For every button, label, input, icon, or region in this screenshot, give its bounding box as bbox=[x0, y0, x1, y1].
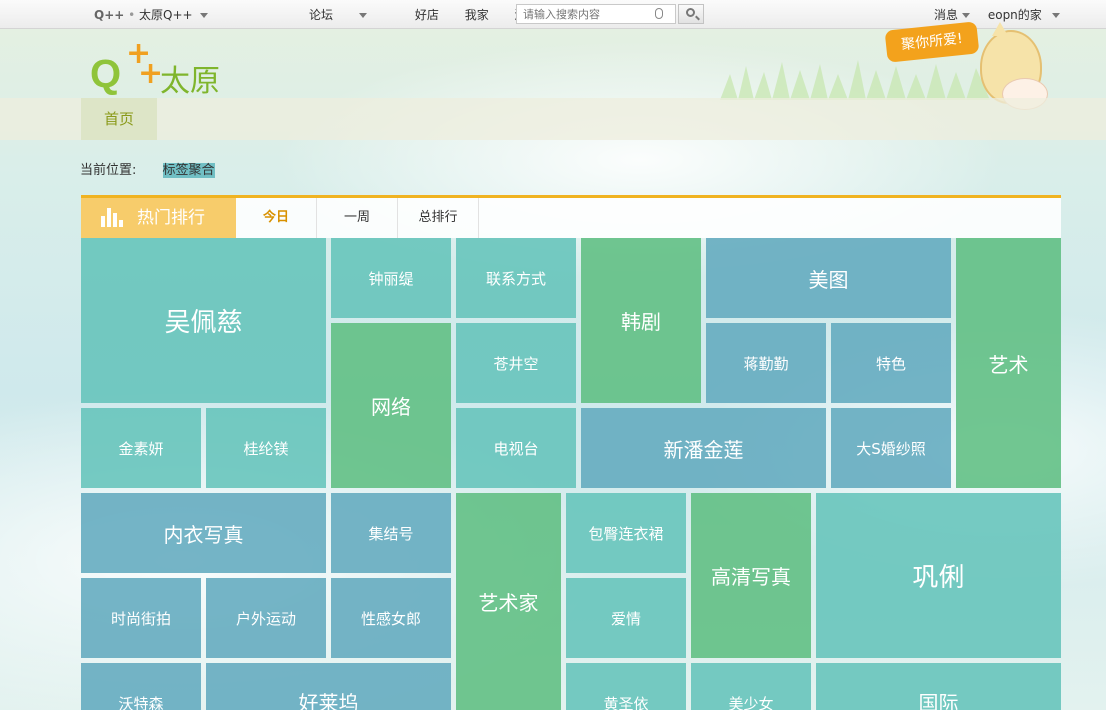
nav-my-home[interactable]: 我家 bbox=[465, 8, 489, 22]
tag-tile[interactable]: 巩俐 bbox=[816, 493, 1061, 658]
microphone-icon[interactable] bbox=[655, 8, 663, 19]
tag-tile[interactable]: 爱情 bbox=[566, 578, 686, 658]
tag-tile-label: 黄圣依 bbox=[603, 695, 649, 710]
tag-tile[interactable]: 艺术 bbox=[956, 238, 1061, 488]
tag-tile[interactable]: 特色 bbox=[831, 323, 951, 403]
tab-week[interactable]: 一周 bbox=[317, 198, 398, 238]
nav-home-tab[interactable]: 首页 bbox=[81, 98, 157, 140]
nav-forum-label: 论坛 bbox=[309, 8, 334, 22]
search-button[interactable] bbox=[678, 4, 704, 24]
user-name: eopn的家 bbox=[987, 8, 1042, 22]
search-icon bbox=[686, 8, 695, 17]
tag-tile[interactable]: 网络 bbox=[331, 323, 451, 488]
chevron-down-icon bbox=[962, 13, 971, 18]
messages-label: 消息 bbox=[934, 8, 959, 22]
tag-tile[interactable]: 桂纶镁 bbox=[206, 408, 326, 488]
tag-tile[interactable]: 韩剧 bbox=[581, 238, 701, 403]
tab-today[interactable]: 今日 bbox=[236, 198, 317, 238]
chevron-down-icon bbox=[200, 13, 209, 18]
tag-tile[interactable]: 艺术家 bbox=[456, 493, 561, 710]
tag-tile[interactable]: 性感女郎 bbox=[331, 578, 451, 658]
user-area: 消息 eopn的家 bbox=[934, 6, 1060, 23]
tag-tile[interactable]: 黄圣依 bbox=[566, 663, 686, 710]
tag-tile[interactable]: 美图 bbox=[706, 238, 951, 318]
tag-tile-label: 国际 bbox=[918, 691, 959, 710]
breadcrumb-current: 标签聚合 bbox=[162, 163, 215, 178]
user-menu[interactable]: eopn的家 bbox=[988, 8, 1060, 22]
breadcrumb: 当前位置: 标签聚合 bbox=[80, 159, 215, 178]
chevron-down-icon bbox=[359, 13, 368, 18]
tag-tile[interactable]: 集结号 bbox=[331, 493, 451, 573]
tab-all-time[interactable]: 总排行 bbox=[398, 198, 479, 238]
hot-ranking-header: 热门排行 bbox=[81, 198, 236, 238]
nav-forum[interactable]: 论坛 bbox=[309, 8, 389, 22]
site-switcher[interactable]: Q++ • 太原Q++ bbox=[94, 6, 209, 23]
tag-tile[interactable]: 好莱坞 bbox=[206, 663, 451, 710]
site-name: 太原Q++ bbox=[139, 8, 193, 22]
qq-brand-logo: Q++ bbox=[94, 8, 125, 22]
ranking-tabs: 热门排行 今日 一周 总排行 bbox=[81, 195, 1061, 238]
logo-city: 太原 bbox=[160, 64, 220, 99]
nav-shops[interactable]: 好店 bbox=[415, 8, 439, 22]
tag-tile[interactable]: 包臀连衣裙 bbox=[566, 493, 686, 573]
mascot-banner: 聚你所爱! bbox=[884, 21, 1054, 110]
tag-tile[interactable]: 沃特森 bbox=[81, 663, 201, 710]
tag-tile-label: 美少女 bbox=[728, 695, 774, 710]
tag-tile[interactable]: 时尚街拍 bbox=[81, 578, 201, 658]
tag-tile[interactable]: 美少女 bbox=[691, 663, 811, 710]
site-logo[interactable]: Q + + 太原 bbox=[88, 36, 228, 99]
hot-ranking-label: 热门排行 bbox=[137, 208, 205, 228]
search-input[interactable] bbox=[516, 4, 676, 24]
messages-menu[interactable]: 消息 bbox=[934, 8, 971, 22]
bar-chart-icon bbox=[101, 208, 123, 227]
breadcrumb-label: 当前位置: bbox=[80, 163, 137, 178]
tag-tile[interactable]: 高清写真 bbox=[691, 493, 811, 658]
tag-tile-label: 好莱坞 bbox=[298, 691, 359, 710]
tag-tile[interactable]: 联系方式 bbox=[456, 238, 576, 318]
tag-tile-label: 沃特森 bbox=[118, 695, 164, 710]
tag-tile[interactable]: 金素妍 bbox=[81, 408, 201, 488]
tag-tile[interactable]: 吴佩慈 bbox=[81, 238, 326, 403]
tag-tile[interactable]: 钟丽缇 bbox=[331, 238, 451, 318]
tag-tile[interactable]: 国际 bbox=[816, 663, 1061, 710]
tag-tile[interactable]: 新潘金莲 bbox=[581, 408, 826, 488]
tag-tile[interactable]: 电视台 bbox=[456, 408, 576, 488]
tag-tile[interactable]: 内衣写真 bbox=[81, 493, 326, 573]
main-nav bbox=[0, 98, 1106, 140]
tag-tile[interactable]: 大S婚纱照 bbox=[831, 408, 951, 488]
tag-tile[interactable]: 蒋勤勤 bbox=[706, 323, 826, 403]
tag-tile[interactable]: 苍井空 bbox=[456, 323, 576, 403]
chevron-down-icon bbox=[1051, 13, 1060, 18]
tag-tile[interactable]: 户外运动 bbox=[206, 578, 326, 658]
logo-letter: Q bbox=[90, 52, 122, 96]
mascot-speech-bubble: 聚你所爱! bbox=[884, 21, 980, 63]
